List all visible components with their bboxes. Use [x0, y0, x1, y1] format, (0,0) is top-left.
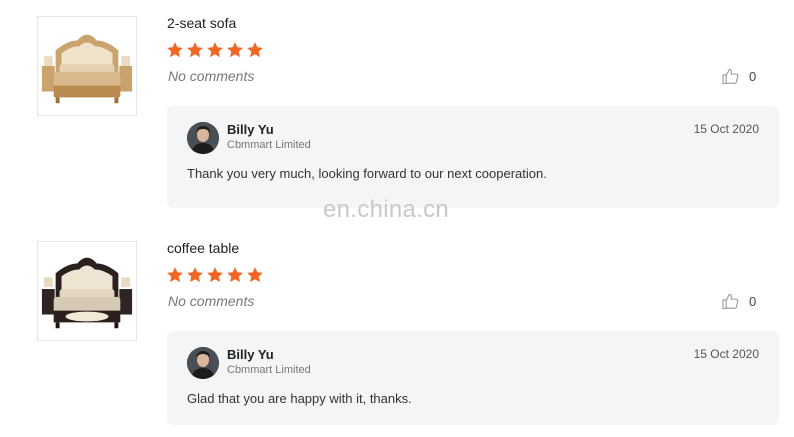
rating-stars — [166, 266, 264, 284]
like-count: 0 — [749, 69, 757, 84]
replier-company: Cbmmart Limited — [227, 364, 311, 376]
replier-name: Billy Yu — [227, 347, 274, 362]
avatar — [187, 347, 219, 379]
bed-image — [38, 242, 136, 340]
star-icon — [247, 42, 263, 58]
star-icon — [247, 267, 263, 283]
bed-image — [38, 17, 136, 115]
star-icon — [187, 42, 203, 58]
review-comment: No comments — [168, 293, 255, 309]
seller-reply: Billy Yu Cbmmart Limited 15 Oct 2020 Tha… — [167, 106, 779, 208]
product-thumbnail[interactable] — [37, 16, 137, 116]
like-button[interactable]: 0 — [721, 67, 756, 86]
star-icon — [187, 267, 203, 283]
star-icon — [227, 42, 243, 58]
seller-reply: Billy Yu Cbmmart Limited 15 Oct 2020 Gla… — [167, 331, 779, 425]
replier-name: Billy Yu — [227, 122, 274, 137]
thumbs-up-icon — [722, 293, 739, 310]
reply-text: Glad that you are happy with it, thanks. — [187, 391, 412, 406]
star-icon — [207, 42, 223, 58]
star-icon — [167, 267, 183, 283]
product-name[interactable]: 2-seat sofa — [167, 15, 236, 31]
star-icon — [167, 42, 183, 58]
star-icon — [227, 267, 243, 283]
watermark: en.china.cn — [323, 196, 450, 223]
reply-date: 15 Oct 2020 — [693, 347, 759, 361]
like-count: 0 — [749, 294, 757, 309]
review-comment: No comments — [168, 68, 255, 84]
product-name[interactable]: coffee table — [167, 240, 239, 256]
star-icon — [207, 267, 223, 283]
product-thumbnail[interactable] — [37, 241, 137, 341]
avatar — [187, 122, 219, 154]
like-button[interactable]: 0 — [721, 292, 756, 311]
rating-stars — [166, 41, 264, 59]
reply-text: Thank you very much, looking forward to … — [187, 166, 547, 181]
replier-company: Cbmmart Limited — [227, 139, 311, 151]
thumbs-up-icon — [722, 68, 739, 85]
reply-date: 15 Oct 2020 — [693, 122, 759, 136]
